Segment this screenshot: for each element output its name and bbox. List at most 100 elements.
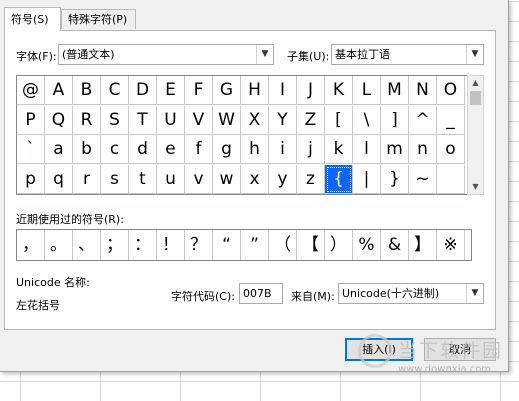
symbol-cell[interactable]: o: [437, 135, 465, 164]
symbol-cell[interactable]: V: [185, 105, 213, 135]
symbol-cell[interactable]: {: [325, 164, 353, 194]
recent-symbol-cell[interactable]: ※: [437, 230, 465, 260]
symbol-cell[interactable]: A: [45, 76, 73, 105]
recent-symbol-cell[interactable]: “: [213, 230, 241, 260]
symbol-cell[interactable]: w: [213, 164, 241, 194]
symbol-cell[interactable]: J: [297, 76, 325, 105]
recent-symbol-cell[interactable]: ：: [129, 230, 157, 260]
symbol-cell[interactable]: L: [353, 76, 381, 105]
symbol-cell[interactable]: B: [73, 76, 101, 105]
symbol-cell[interactable]: t: [129, 164, 157, 194]
recent-symbol-cell[interactable]: ”: [241, 230, 269, 260]
recent-symbol-cell[interactable]: 、: [73, 230, 101, 260]
recent-symbol-cell[interactable]: 】: [409, 230, 437, 260]
symbol-cell[interactable]: Y: [269, 105, 297, 135]
symbol-grid-scrollbar[interactable]: ▲ ▼: [467, 75, 484, 195]
symbol-cell[interactable]: F: [185, 76, 213, 105]
symbol-cell[interactable]: ^: [409, 105, 437, 135]
char-code-label: 字符代码(C):: [171, 290, 235, 303]
symbol-cell[interactable]: X: [241, 105, 269, 135]
unicode-name-label: Unicode 名称:: [16, 276, 90, 289]
symbol-cell[interactable]: _: [437, 105, 465, 135]
recent-symbol-cell[interactable]: ，: [17, 230, 45, 260]
symbol-cell[interactable]: G: [213, 76, 241, 105]
symbol-cell[interactable]: @: [17, 76, 45, 105]
symbol-cell[interactable]: N: [409, 76, 437, 105]
symbol-cell[interactable]: c: [101, 135, 129, 164]
symbol-cell[interactable]: S: [101, 105, 129, 135]
symbol-cell[interactable]: |: [353, 164, 381, 194]
recent-symbol-cell[interactable]: ）: [325, 230, 353, 260]
symbol-cell[interactable]: K: [325, 76, 353, 105]
recent-symbol-cell[interactable]: （: [269, 230, 297, 260]
symbol-cell[interactable]: O: [437, 76, 465, 105]
symbol-cell[interactable]: `: [17, 135, 45, 164]
symbol-cell[interactable]: I: [269, 76, 297, 105]
symbol-cell[interactable]: u: [157, 164, 185, 194]
symbol-cell[interactable]: D: [129, 76, 157, 105]
char-code-input[interactable]: 007B: [239, 283, 283, 304]
symbol-cell[interactable]: H: [241, 76, 269, 105]
symbol-cell[interactable]: k: [325, 135, 353, 164]
symbol-cell[interactable]: a: [45, 135, 73, 164]
symbol-cell[interactable]: m: [381, 135, 409, 164]
insert-button[interactable]: 插入(I): [345, 338, 413, 361]
chevron-down-icon: ▼: [256, 45, 273, 64]
recent-symbol-cell[interactable]: ！: [157, 230, 185, 260]
recent-symbol-cell[interactable]: ；: [101, 230, 129, 260]
symbol-cell[interactable]: e: [157, 135, 185, 164]
recent-symbols-label: 近期使用过的符号(R):: [16, 213, 124, 226]
symbol-cell[interactable]: r: [73, 164, 101, 194]
symbol-cell[interactable]: v: [185, 164, 213, 194]
symbol-cell[interactable]: W: [213, 105, 241, 135]
symbol-cell[interactable]: j: [297, 135, 325, 164]
symbol-cell[interactable]: f: [185, 135, 213, 164]
symbol-cell[interactable]: Q: [45, 105, 73, 135]
symbol-cell[interactable]: \: [353, 105, 381, 135]
symbol-cell[interactable]: }: [381, 164, 409, 194]
symbol-cell[interactable]: n: [409, 135, 437, 164]
symbol-cell[interactable]: s: [101, 164, 129, 194]
tab-special-characters[interactable]: 特殊字符(P): [61, 9, 136, 29]
scroll-down-icon[interactable]: ▼: [468, 180, 483, 194]
recent-symbol-cell[interactable]: %: [353, 230, 381, 260]
symbol-cell[interactable]: i: [269, 135, 297, 164]
symbol-cell[interactable]: b: [73, 135, 101, 164]
symbol-cell[interactable]: C: [101, 76, 129, 105]
symbol-cell[interactable]: ]: [381, 105, 409, 135]
symbol-cell[interactable]: l: [353, 135, 381, 164]
from-select-value: Unicode(十六进制): [342, 287, 440, 300]
symbol-cell[interactable]: E: [157, 76, 185, 105]
symbol-cell[interactable]: [437, 164, 465, 194]
cancel-button[interactable]: 取消: [424, 338, 496, 361]
subset-select[interactable]: 基本拉丁语 ▼: [331, 44, 484, 65]
symbol-cell[interactable]: ~: [409, 164, 437, 194]
symbol-cell[interactable]: h: [241, 135, 269, 164]
from-select[interactable]: Unicode(十六进制) ▼: [338, 283, 484, 304]
symbol-cell[interactable]: y: [269, 164, 297, 194]
symbol-cell[interactable]: M: [381, 76, 409, 105]
recent-symbol-cell[interactable]: 【: [297, 230, 325, 260]
unicode-name-value: 左花括号: [16, 299, 60, 312]
symbol-cell[interactable]: T: [129, 105, 157, 135]
symbol-cell[interactable]: x: [241, 164, 269, 194]
chevron-down-icon: ▼: [466, 284, 483, 303]
symbol-cell[interactable]: [: [325, 105, 353, 135]
symbol-cell[interactable]: d: [129, 135, 157, 164]
symbol-cell[interactable]: Z: [297, 105, 325, 135]
symbol-cell[interactable]: q: [45, 164, 73, 194]
scroll-up-icon[interactable]: ▲: [468, 76, 483, 90]
font-select[interactable]: (普通文本) ▼: [58, 44, 274, 65]
font-label: 字体(F):: [16, 50, 57, 63]
symbol-cell[interactable]: p: [17, 164, 45, 194]
symbol-cell[interactable]: g: [213, 135, 241, 164]
recent-symbol-cell[interactable]: ？: [185, 230, 213, 260]
symbol-cell[interactable]: P: [17, 105, 45, 135]
tab-symbols[interactable]: 符号(S): [4, 7, 61, 31]
recent-symbol-cell[interactable]: 。: [45, 230, 73, 260]
symbol-cell[interactable]: z: [297, 164, 325, 194]
recent-symbol-cell[interactable]: &: [381, 230, 409, 260]
symbol-cell[interactable]: R: [73, 105, 101, 135]
scroll-thumb[interactable]: [470, 91, 481, 105]
symbol-cell[interactable]: U: [157, 105, 185, 135]
